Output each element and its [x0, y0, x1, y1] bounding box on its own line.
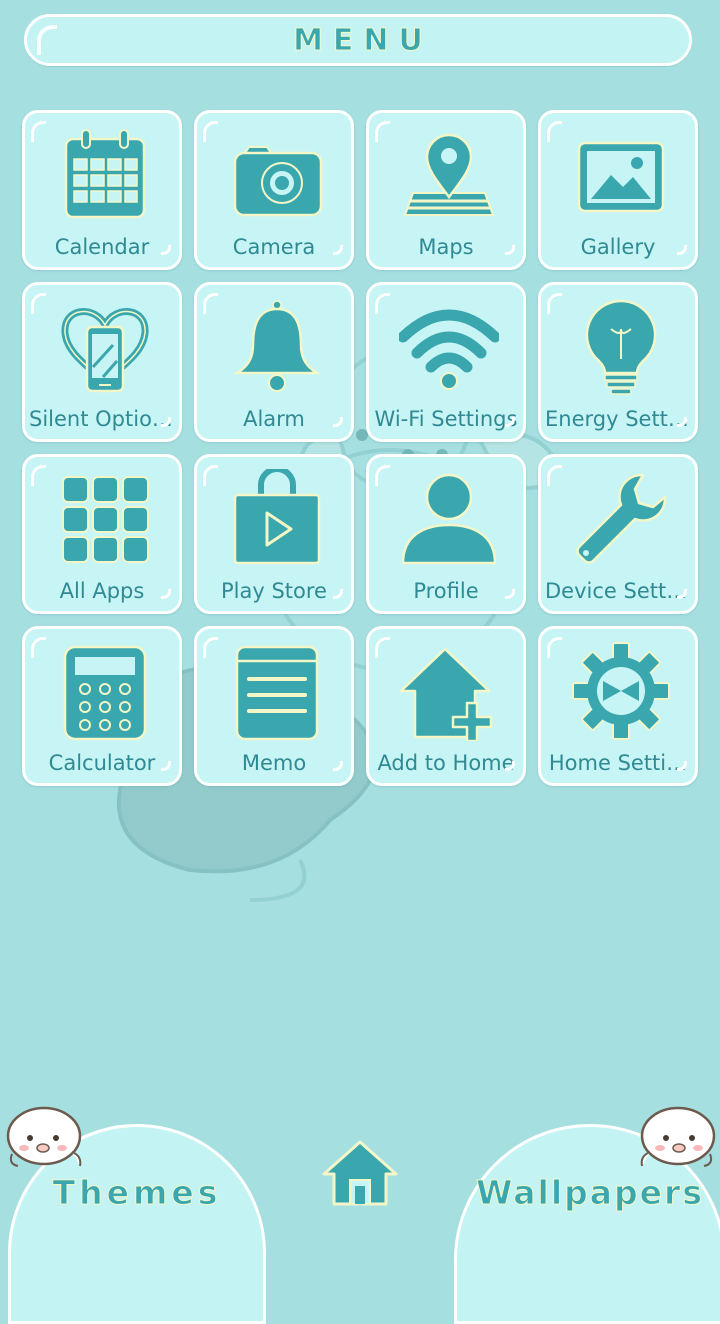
- app-label: Home Setti…: [548, 751, 688, 775]
- wifi-icon: [399, 309, 499, 390]
- person-icon: [401, 473, 497, 565]
- app-tile-wifi-settings[interactable]: Wi-Fi Settings: [366, 282, 526, 442]
- app-tile-device-settings[interactable]: Device Setti…: [538, 454, 698, 614]
- app-tile-gallery[interactable]: Gallery: [538, 110, 698, 270]
- app-tile-play-store[interactable]: Play Store: [194, 454, 354, 614]
- memo-icon: [235, 645, 319, 741]
- app-label: Play Store: [221, 579, 327, 603]
- app-label: Maps: [418, 235, 474, 259]
- app-label: Energy Setti…: [545, 407, 691, 431]
- tile-shine: [203, 637, 218, 658]
- app-tile-profile[interactable]: Profile: [366, 454, 526, 614]
- app-label: Silent Options: [29, 407, 175, 431]
- tile-shine: [547, 121, 562, 142]
- tile-shine: [31, 637, 46, 658]
- wrench-icon: [576, 473, 667, 564]
- app-label: Memo: [241, 751, 307, 775]
- app-tile-calendar[interactable]: Calendar: [22, 110, 182, 270]
- light-bulb-icon: [585, 299, 657, 395]
- app-label: Add to Home: [377, 751, 515, 775]
- app-label: Profile: [413, 579, 479, 603]
- tile-shine: [31, 121, 46, 142]
- app-tile-silent-options[interactable]: Silent Options: [22, 282, 182, 442]
- seal-mascot-right: [640, 1106, 716, 1167]
- app-tile-memo[interactable]: Memo: [194, 626, 354, 786]
- app-label: Wi-Fi Settings: [374, 407, 518, 431]
- app-label: Alarm: [243, 407, 305, 431]
- calculator-icon: [63, 645, 147, 741]
- menu-header-bar: MENU: [24, 14, 692, 66]
- app-label: Calculator: [48, 751, 156, 775]
- themes-label: Themes: [52, 1173, 222, 1213]
- app-tile-maps[interactable]: Maps: [366, 110, 526, 270]
- header-gloss: [37, 25, 57, 55]
- tile-shine: [547, 637, 562, 658]
- app-tile-calculator[interactable]: Calculator: [22, 626, 182, 786]
- tile-shine: [203, 121, 218, 142]
- tile-shine: [31, 293, 46, 314]
- add-home-icon: [399, 647, 493, 741]
- tile-shine: [31, 465, 46, 486]
- app-label: Device Setti…: [545, 579, 691, 603]
- tile-shine: [375, 293, 390, 314]
- shopping-bag-play-icon: [233, 469, 321, 565]
- app-grid: Calendar Camera Maps Gallery Silent Opti…: [22, 110, 698, 786]
- tile-shine: [547, 465, 562, 486]
- gear-icon: [572, 642, 670, 740]
- image-icon: [577, 141, 665, 213]
- calendar-icon: [64, 129, 146, 219]
- home-icon[interactable]: [322, 1138, 398, 1208]
- tile-shine: [375, 465, 390, 486]
- wallpapers-label: Wallpapers: [476, 1173, 704, 1213]
- silent-phone-icon: [61, 308, 149, 393]
- bell-icon: [232, 300, 322, 392]
- tile-shine: [203, 293, 218, 314]
- app-grid-icon: [62, 476, 149, 563]
- app-tile-add-to-home[interactable]: Add to Home: [366, 626, 526, 786]
- tile-shine: [547, 293, 562, 314]
- menu-title: MENU: [293, 22, 433, 58]
- app-label: Calendar: [54, 235, 150, 259]
- app-label: All Apps: [59, 579, 145, 603]
- tile-shine: [375, 637, 390, 658]
- app-tile-energy-settings[interactable]: Energy Setti…: [538, 282, 698, 442]
- app-tile-camera[interactable]: Camera: [194, 110, 354, 270]
- camera-icon: [233, 146, 323, 217]
- app-tile-alarm[interactable]: Alarm: [194, 282, 354, 442]
- app-label: Gallery: [580, 235, 656, 259]
- map-pin-icon: [403, 133, 495, 216]
- tile-shine: [375, 121, 390, 142]
- seal-mascot-left: [6, 1106, 82, 1167]
- app-label: Camera: [232, 235, 316, 259]
- tile-shine: [203, 465, 218, 486]
- app-tile-home-settings[interactable]: Home Setti…: [538, 626, 698, 786]
- app-tile-all-apps[interactable]: All Apps: [22, 454, 182, 614]
